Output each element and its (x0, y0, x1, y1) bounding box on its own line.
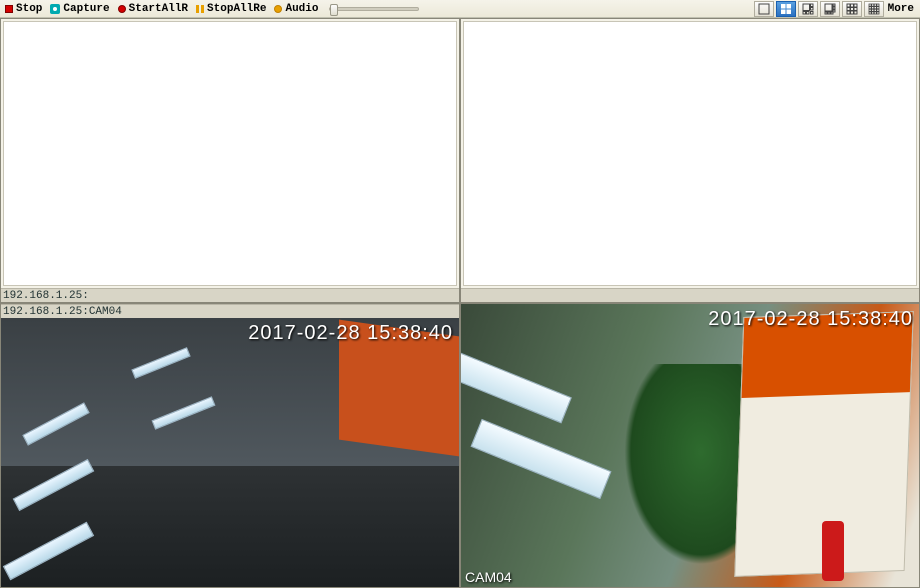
window-light (460, 353, 572, 424)
layout-6-button[interactable] (798, 1, 818, 17)
camera-feed: 2017-02-28 15:38:40 CAM04 (461, 304, 919, 587)
record-icon (118, 5, 126, 13)
layout-6-icon (802, 3, 814, 15)
feed-timestamp: 2017-02-28 15:38:40 (248, 322, 453, 345)
window-light (470, 419, 611, 499)
layout-1-icon (758, 3, 770, 15)
layout-9-button[interactable] (842, 1, 862, 17)
stop-all-label: StopAllRe (207, 3, 266, 15)
feed-timestamp: 2017-02-28 15:38:40 (708, 308, 913, 331)
camera-address: 192.168.1.25:CAM04 (3, 306, 122, 318)
stop-all-record-button[interactable]: StopAllRe (193, 2, 269, 16)
video-cell-4[interactable]: 2017-02-28 15:38:40 CAM04 (460, 303, 920, 588)
layout-9-icon (846, 3, 858, 15)
more-button[interactable]: More (886, 1, 916, 17)
camera-feed: 2017-02-28 15:38:40 (1, 318, 459, 587)
audio-label: Audio (285, 3, 318, 15)
start-all-record-button[interactable]: StartAllR (115, 2, 191, 16)
slider-track (329, 7, 419, 11)
capture-button[interactable]: Capture (47, 2, 112, 16)
audio-icon (274, 5, 282, 13)
layout-16-icon (868, 3, 880, 15)
more-label: More (888, 3, 914, 15)
cell-info-bar: 192.168.1.25: (1, 288, 459, 302)
video-cell-3[interactable]: 192.168.1.25:CAM04 2017-02-28 15:38:40 (0, 303, 460, 588)
video-cell-2[interactable] (460, 18, 920, 303)
stop-button[interactable]: Stop (2, 2, 45, 16)
layout-8-button[interactable] (820, 1, 840, 17)
start-all-label: StartAllR (129, 3, 188, 15)
layout-4-icon (780, 3, 792, 15)
layout-8-icon (824, 3, 836, 15)
audio-button[interactable]: Audio (271, 2, 321, 16)
scene-extinguisher (822, 521, 844, 581)
layout-16-button[interactable] (864, 1, 884, 17)
stop-icon (5, 5, 13, 13)
slider-thumb[interactable] (330, 4, 338, 16)
main-toolbar: Stop Capture StartAllR StopAllRe Audio (0, 0, 920, 18)
capture-label: Capture (63, 3, 109, 15)
camera-icon (50, 4, 60, 14)
layout-1-button[interactable] (754, 1, 774, 17)
layout-switcher: More (754, 1, 918, 17)
blank-feed (3, 21, 457, 286)
video-grid: 192.168.1.25: 192.168.1.25:CAM04 2017-02… (0, 18, 920, 588)
feed-cam-label: CAM04 (465, 569, 512, 585)
blank-feed (463, 21, 917, 286)
cell-info-bar (461, 288, 919, 302)
camera-address: 192.168.1.25: (3, 290, 89, 302)
video-cell-1[interactable]: 192.168.1.25: (0, 18, 460, 303)
stop-label: Stop (16, 3, 42, 15)
layout-4-button[interactable] (776, 1, 796, 17)
cell-info-bar: 192.168.1.25:CAM04 (1, 304, 459, 318)
volume-slider[interactable] (329, 7, 419, 11)
pause-icon (196, 5, 204, 13)
